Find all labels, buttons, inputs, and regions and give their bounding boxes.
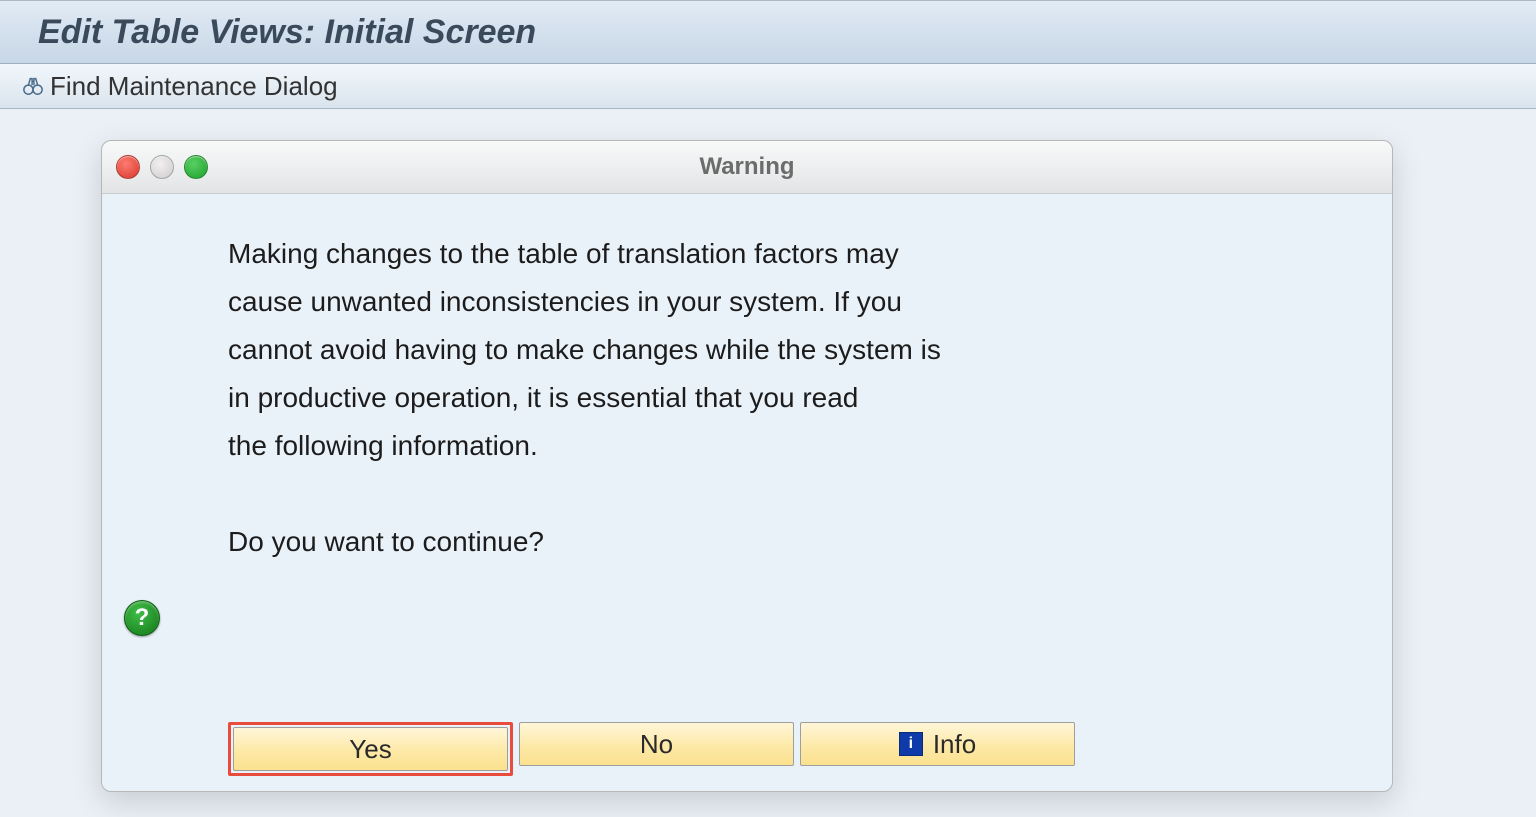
dialog-prompt: Do you want to continue?: [228, 518, 1128, 566]
dialog-body: ? Making changes to the table of transla…: [102, 194, 1392, 792]
dialog-message-line: the following information.: [228, 422, 1128, 470]
info-button-label: Info: [933, 729, 976, 760]
dialog-message-line: in productive operation, it is essential…: [228, 374, 1128, 422]
question-icon: ?: [124, 600, 160, 636]
no-button[interactable]: No: [519, 722, 794, 766]
info-icon: i: [899, 732, 923, 756]
dialog-message-line: cause unwanted inconsistencies in your s…: [228, 278, 1128, 326]
dialog-message: Making changes to the table of translati…: [228, 230, 1128, 566]
dialog-titlebar: Warning: [102, 141, 1392, 194]
toolbar: Find Maintenance Dialog: [0, 64, 1536, 109]
find-maintenance-dialog-button[interactable]: Find Maintenance Dialog: [50, 71, 338, 102]
page-title-bar: Edit Table Views: Initial Screen: [0, 0, 1536, 64]
page-title: Edit Table Views: Initial Screen: [38, 13, 536, 52]
info-button[interactable]: i Info: [800, 722, 1075, 766]
dialog-button-row: Yes No i Info: [228, 722, 1075, 776]
window-controls: [116, 155, 208, 179]
dialog-message-line: Making changes to the table of translati…: [228, 230, 1128, 278]
warning-dialog: Warning ? Making changes to the table of…: [101, 140, 1393, 792]
yes-button[interactable]: Yes: [233, 727, 508, 771]
no-button-label: No: [640, 729, 673, 760]
dialog-message-line: cannot avoid having to make changes whil…: [228, 326, 1128, 374]
highlighted-button-ring: Yes: [228, 722, 513, 776]
window-close-button[interactable]: [116, 155, 140, 179]
window-zoom-button[interactable]: [184, 155, 208, 179]
yes-button-label: Yes: [349, 734, 391, 765]
dialog-title: Warning: [102, 141, 1392, 193]
binoculars-icon: [22, 74, 44, 98]
window-minimize-button: [150, 155, 174, 179]
